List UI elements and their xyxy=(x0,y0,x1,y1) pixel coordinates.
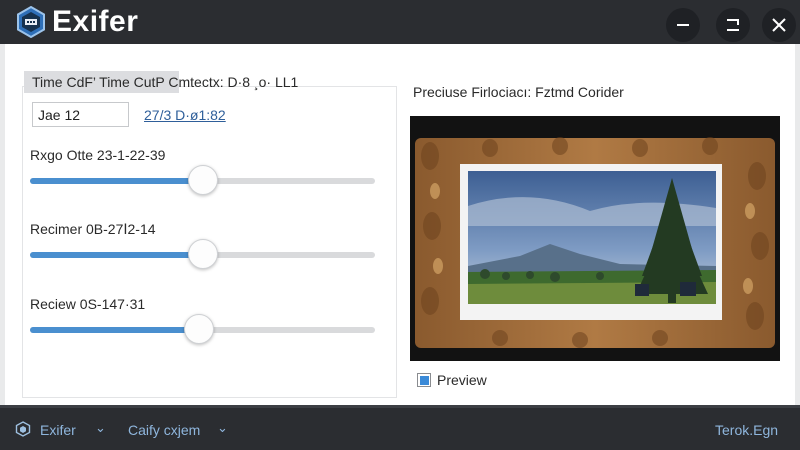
chevron-down-icon[interactable]: ⌄ xyxy=(217,420,228,436)
preview-checkbox-label: Preview xyxy=(437,372,487,388)
app-title: Exifer xyxy=(52,5,139,38)
value-input[interactable] xyxy=(32,102,129,127)
slider-2[interactable] xyxy=(30,239,375,269)
status-right-label[interactable]: Terok.Egn xyxy=(715,422,778,438)
slider-thumb-2[interactable] xyxy=(187,239,218,269)
minimize-button[interactable] xyxy=(666,8,700,42)
slider-thumb-1[interactable] xyxy=(187,165,218,195)
app-logo-icon xyxy=(14,5,48,39)
preview-checkbox[interactable] xyxy=(417,373,431,387)
slider-label-1: Rxgo Otte 23-1-22-39 xyxy=(30,147,166,163)
slider-thumb-3[interactable] xyxy=(184,314,215,344)
status-app-menu[interactable]: Exifer xyxy=(40,422,76,438)
settings-header: Time CdF’ Time CutP Cmtectx: D·8 ¸o· LL1 xyxy=(32,74,299,90)
slider-fill-2 xyxy=(30,252,203,258)
date-link[interactable]: 27/3 D·ø1:82 xyxy=(144,107,226,123)
status-dropdown[interactable]: Caify cxjem xyxy=(128,422,200,438)
status-bar: Exifer ⌄ Caify cxjem ⌄ Terok.Egn xyxy=(0,405,800,450)
slider-label-2: Recimer 0B-27Ⅰ2-14 xyxy=(30,221,156,237)
restore-icon xyxy=(727,19,739,31)
preview-image xyxy=(410,116,780,361)
slider-fill-3 xyxy=(30,327,200,333)
preview-photo xyxy=(410,116,780,361)
slider-1[interactable] xyxy=(30,165,375,195)
checkbox-checked-icon xyxy=(419,375,429,385)
slider-fill-1 xyxy=(30,178,203,184)
main-panel: Time CdF’ Time CutP Cmtectx: D·8 ¸o· LL1… xyxy=(5,44,795,405)
slider-label-3: Reciew 0S-147·31 xyxy=(30,296,146,312)
close-icon xyxy=(772,18,786,32)
close-button[interactable] xyxy=(762,8,796,42)
title-bar: Exifer xyxy=(0,0,800,44)
maximize-button[interactable] xyxy=(716,8,750,42)
app-small-icon xyxy=(15,421,31,437)
preview-toggle[interactable]: Preview xyxy=(417,372,487,388)
slider-3[interactable] xyxy=(30,314,375,344)
preview-title: Preciuse Firlociacı: Fztmd Corider xyxy=(413,84,624,100)
chevron-down-icon[interactable]: ⌄ xyxy=(95,420,106,436)
minimize-icon xyxy=(677,24,689,26)
